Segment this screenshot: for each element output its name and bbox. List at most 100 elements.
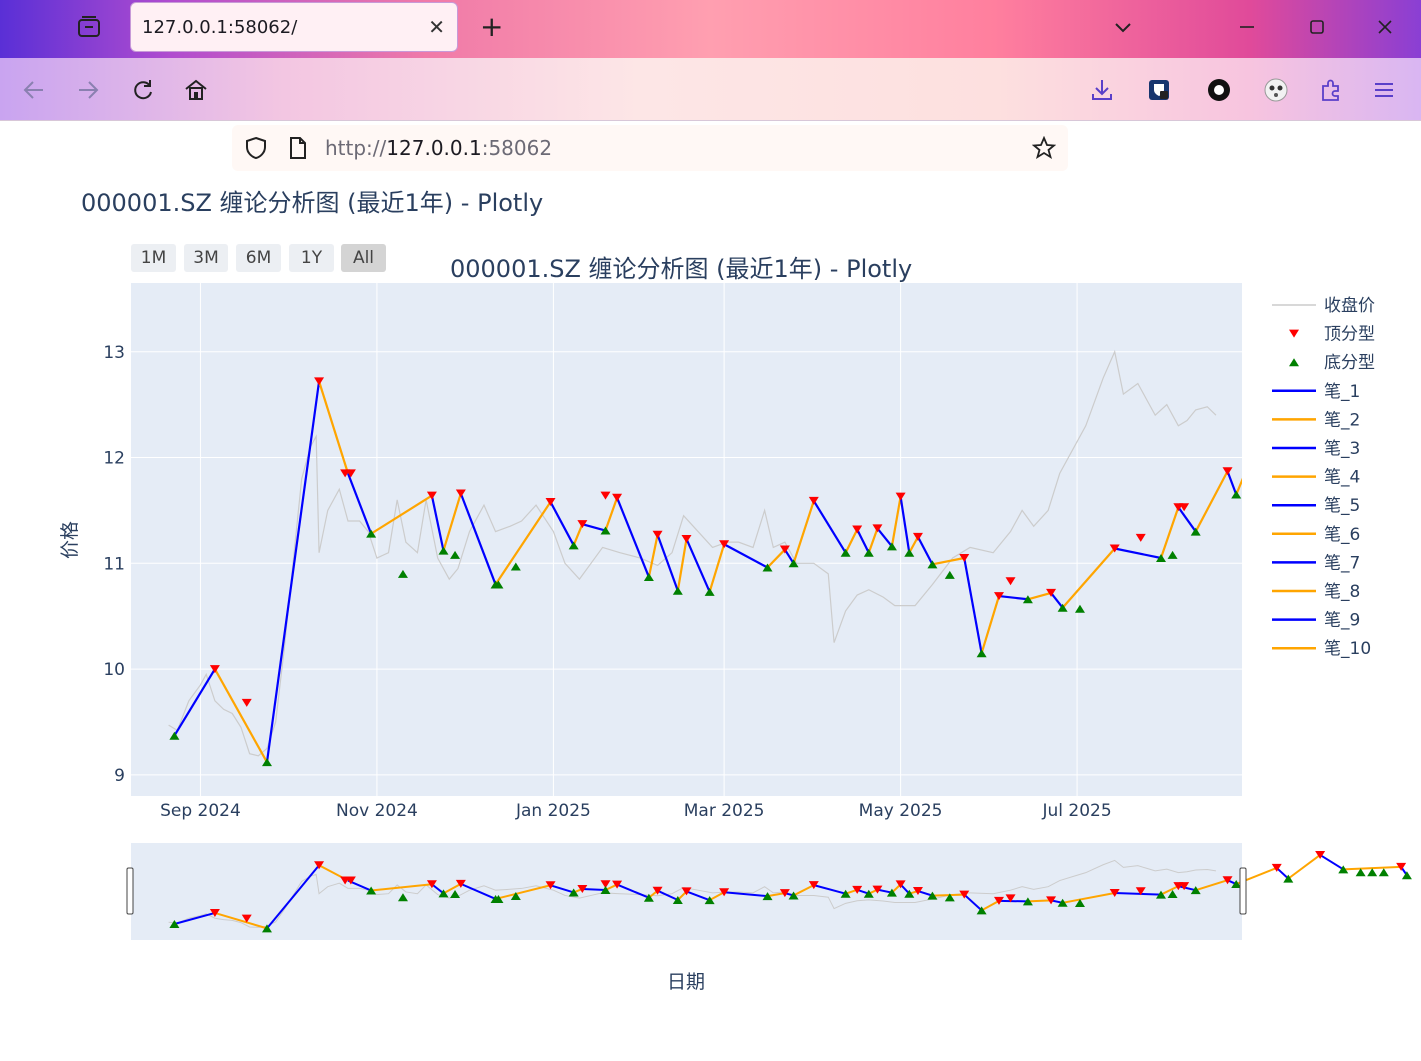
minimize-icon[interactable]	[1232, 12, 1262, 42]
range-slider-top-marker	[912, 887, 923, 896]
range-slider-bottom-marker	[1283, 874, 1294, 883]
legend-item[interactable]: 笔_7	[1272, 553, 1360, 573]
range-slider-bi-segment	[573, 888, 583, 894]
range-slider-bi-segment	[963, 893, 983, 912]
range-slider-bottom-marker	[643, 893, 654, 902]
top-fractal-marker	[340, 469, 351, 478]
legend-item[interactable]: 笔_1	[1272, 382, 1360, 402]
reload-icon[interactable]	[127, 74, 159, 106]
range-button-1m[interactable]: 1M	[131, 244, 176, 272]
top-fractal-marker	[241, 698, 252, 707]
legend-item[interactable]: 顶分型	[1289, 325, 1375, 345]
forward-arrow-icon[interactable]	[72, 74, 104, 106]
range-slider-top-marker	[1271, 863, 1282, 872]
home-icon[interactable]	[180, 74, 212, 106]
range-slider-bi-segment	[891, 883, 902, 894]
chevron-down-icon[interactable]	[1108, 12, 1138, 42]
legend-item[interactable]: 笔_5	[1272, 496, 1360, 516]
bookmark-star-icon[interactable]	[1031, 135, 1057, 164]
download-icon[interactable]	[1086, 74, 1118, 106]
range-slider-bottom-marker	[1167, 890, 1178, 899]
range-slider-bi-segment	[1114, 891, 1162, 896]
range-button-3m[interactable]: 3M	[184, 244, 228, 272]
bi-segment	[708, 543, 726, 593]
top-fractal-marker	[1179, 503, 1190, 512]
range-slider-bottom-marker	[927, 891, 938, 900]
range-button-all[interactable]: All	[341, 244, 386, 272]
bi-segment	[766, 548, 786, 569]
bi-segment	[998, 594, 1029, 601]
bi-segment	[549, 501, 575, 546]
extension-avatar-icon[interactable]	[1260, 74, 1292, 106]
range-button-1y[interactable]: 1Y	[289, 244, 334, 272]
top-fractal-marker	[209, 665, 220, 674]
bi-segment	[213, 668, 268, 763]
legend[interactable]: 收盘价顶分型底分型笔_1 笔_2 笔_3 笔_4 笔_5 笔_6 笔_7 笔_8 笔_9 笔_10	[1272, 296, 1375, 659]
tab-overview-icon[interactable]	[74, 12, 104, 42]
legend-label: 笔_9	[1324, 611, 1360, 631]
legend-label: 笔_1	[1324, 382, 1360, 402]
range-slider-bottom-marker	[1074, 898, 1085, 907]
range-slider-bottom-marker	[1378, 868, 1389, 877]
bottom-fractal-marker	[1231, 490, 1242, 499]
top-fractal-marker	[808, 496, 819, 505]
legend-item[interactable]: 笔_10	[1272, 639, 1371, 659]
range-slider-top-marker	[426, 880, 437, 889]
range-slider-bi-segment	[917, 890, 933, 897]
new-tab-button[interactable]: +	[480, 12, 503, 42]
range-button-6m[interactable]: 6M	[236, 244, 281, 272]
bi-segment	[1235, 477, 1242, 495]
legend-label: 底分型	[1324, 353, 1375, 373]
bottom-fractal-marker	[1155, 554, 1166, 563]
maximize-icon[interactable]	[1302, 12, 1332, 42]
range-slider-bottom-marker	[261, 924, 272, 933]
range-slider-left-handle[interactable]	[126, 867, 134, 915]
bottom-fractal-marker	[1074, 604, 1085, 613]
range-slider-top-marker	[808, 881, 819, 890]
range-slider-bi-segment	[582, 887, 606, 892]
bi-segment	[1343, 391, 1401, 406]
range-slider-top-marker	[577, 884, 588, 893]
legend-item[interactable]: 笔_4	[1272, 468, 1360, 488]
range-slider-bi-segment	[550, 884, 574, 894]
bottom-fractal-marker	[863, 548, 874, 557]
range-slider-bottom-marker	[1190, 886, 1201, 895]
range-slider[interactable]	[126, 843, 1412, 940]
back-arrow-icon[interactable]	[18, 74, 50, 106]
legend-item[interactable]: 收盘价	[1272, 296, 1375, 316]
range-slider-bottom-marker	[762, 892, 773, 901]
top-fractal-marker	[1396, 387, 1406, 395]
range-slider-bi-segment	[1276, 867, 1289, 880]
legend-item[interactable]: 底分型	[1289, 353, 1375, 373]
range-slider-top-marker	[1135, 887, 1146, 896]
legend-item[interactable]: 笔_9	[1272, 611, 1360, 631]
close-price-line	[168, 349, 1217, 757]
close-tab-icon[interactable]: ✕	[428, 15, 445, 39]
close-window-icon[interactable]	[1370, 12, 1400, 42]
shield-icon[interactable]	[244, 136, 268, 164]
range-slider-top-marker	[852, 885, 863, 894]
range-slider-bi-segment	[1195, 879, 1228, 892]
browser-tab[interactable]: 127.0.0.1:58062/ ✕	[130, 2, 458, 52]
bi-segment	[685, 538, 711, 593]
legend-item[interactable]: 笔_2	[1272, 410, 1360, 430]
range-slider-bi-segment	[1050, 899, 1063, 904]
record-icon[interactable]	[1203, 74, 1235, 106]
main-plot: 9 10 11 12 13 Sep 2024 Nov 2024 Jan 2025 Mar 202…	[103, 283, 1406, 821]
bitwarden-icon[interactable]	[1143, 74, 1175, 106]
range-slider-bi-segment	[1227, 879, 1237, 885]
bi-segment	[1114, 547, 1162, 560]
menu-icon[interactable]	[1368, 74, 1400, 106]
url-text[interactable]: http://127.0.0.1:58062	[325, 136, 552, 160]
range-slider-bi-segment	[868, 888, 878, 895]
legend-item[interactable]: 笔_6	[1272, 525, 1360, 545]
legend-item[interactable]: 笔_8	[1272, 582, 1360, 602]
address-bar[interactable]: http://127.0.0.1:58062	[232, 125, 1068, 171]
range-slider-top-marker	[993, 896, 1004, 905]
range-slider-top-marker	[1173, 882, 1184, 891]
top-fractal-marker	[1222, 467, 1233, 476]
range-slider-bi-segment	[1027, 899, 1052, 903]
extensions-puzzle-icon[interactable]	[1315, 74, 1347, 106]
legend-item[interactable]: 笔_3	[1272, 439, 1360, 459]
range-slider-right-handle[interactable]	[1239, 867, 1247, 915]
